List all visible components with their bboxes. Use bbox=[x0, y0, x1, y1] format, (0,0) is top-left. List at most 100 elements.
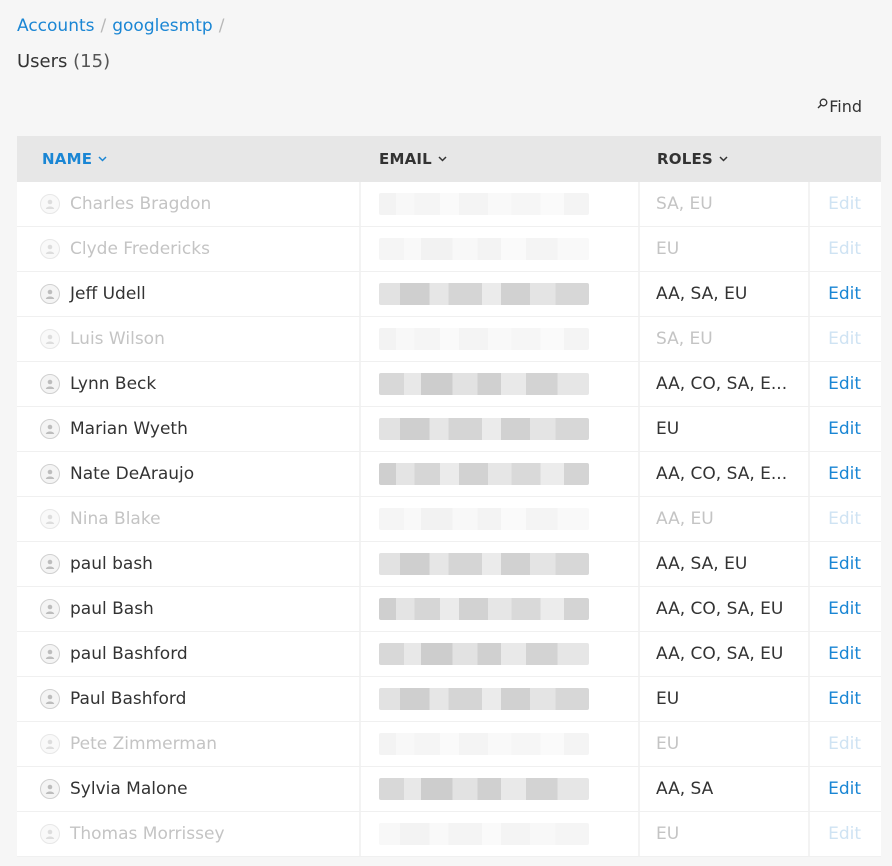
redacted-email bbox=[379, 643, 589, 665]
user-roles: AA, CO, SA, E... bbox=[656, 374, 788, 394]
redacted-email bbox=[379, 463, 589, 485]
user-name: Paul Bashford bbox=[70, 689, 187, 709]
edit-user-link[interactable]: Edit bbox=[810, 317, 881, 361]
table-row: Charles Bragdon SA, EU Edit bbox=[17, 182, 881, 227]
column-header-email-label: EMAIL bbox=[379, 150, 432, 168]
breadcrumb-separator: / bbox=[100, 16, 107, 36]
user-count: (15) bbox=[73, 51, 111, 72]
user-roles-cell: EU bbox=[640, 722, 810, 766]
redacted-email bbox=[379, 238, 589, 260]
user-roles-cell: EU bbox=[640, 677, 810, 721]
table-row: Sylvia Malone AA, SA Edit bbox=[17, 767, 881, 812]
redacted-email bbox=[379, 328, 589, 350]
avatar-icon bbox=[40, 824, 60, 844]
user-name-cell: Thomas Morrissey bbox=[17, 812, 361, 856]
edit-user-link[interactable]: Edit bbox=[810, 767, 881, 811]
edit-user-link[interactable]: Edit bbox=[810, 452, 881, 496]
user-roles: EU bbox=[656, 419, 680, 439]
user-name: Nate DeAraujo bbox=[70, 464, 195, 484]
user-roles-cell: SA, EU bbox=[640, 317, 810, 361]
user-name-cell: Marian Wyeth bbox=[17, 407, 361, 451]
user-roles-cell: SA, EU bbox=[640, 182, 810, 226]
user-email-cell bbox=[361, 677, 640, 721]
user-roles: EU bbox=[656, 689, 680, 709]
edit-user-link[interactable]: Edit bbox=[810, 632, 881, 676]
edit-user-link[interactable]: Edit bbox=[810, 407, 881, 451]
find-button[interactable]: Find bbox=[817, 97, 862, 116]
column-header-roles[interactable]: ROLES bbox=[640, 150, 810, 168]
column-header-name[interactable]: NAME bbox=[17, 150, 361, 168]
user-roles: AA, CO, SA, E... bbox=[656, 464, 788, 484]
user-roles: AA, CO, SA, EU bbox=[656, 644, 784, 664]
user-roles-cell: AA, CO, SA, E... bbox=[640, 452, 810, 496]
find-label: Find bbox=[829, 97, 862, 116]
redacted-email bbox=[379, 193, 589, 215]
search-icon bbox=[817, 98, 828, 112]
table-row: Paul Bashford EU Edit bbox=[17, 677, 881, 722]
user-email-cell bbox=[361, 272, 640, 316]
edit-user-link[interactable]: Edit bbox=[810, 362, 881, 406]
avatar-icon bbox=[40, 554, 60, 574]
user-roles: AA, SA bbox=[656, 779, 714, 799]
avatar-icon bbox=[40, 374, 60, 394]
user-name: Marian Wyeth bbox=[70, 419, 188, 439]
user-email-cell bbox=[361, 542, 640, 586]
user-name: Lynn Beck bbox=[70, 374, 157, 394]
redacted-email bbox=[379, 598, 589, 620]
user-name-cell: Paul Bashford bbox=[17, 677, 361, 721]
user-name-cell: Luis Wilson bbox=[17, 317, 361, 361]
redacted-email bbox=[379, 283, 589, 305]
users-table: NAME EMAIL ROLES Charles Bragdon SA, EU Ed… bbox=[17, 136, 881, 857]
user-name: Pete Zimmerman bbox=[70, 734, 218, 754]
user-roles-cell: AA, CO, SA, EU bbox=[640, 632, 810, 676]
user-email-cell bbox=[361, 497, 640, 541]
user-name: Luis Wilson bbox=[70, 329, 165, 349]
edit-user-link[interactable]: Edit bbox=[810, 182, 881, 226]
edit-user-link[interactable]: Edit bbox=[810, 587, 881, 631]
edit-user-link[interactable]: Edit bbox=[810, 542, 881, 586]
edit-user-link[interactable]: Edit bbox=[810, 677, 881, 721]
page-title: Users (15) bbox=[17, 50, 110, 74]
user-name: Thomas Morrissey bbox=[70, 824, 225, 844]
edit-user-link[interactable]: Edit bbox=[810, 497, 881, 541]
chevron-down-icon bbox=[719, 154, 728, 165]
user-name: paul bash bbox=[70, 554, 153, 574]
user-email-cell bbox=[361, 767, 640, 811]
user-name: Clyde Fredericks bbox=[70, 239, 210, 259]
column-header-roles-label: ROLES bbox=[657, 150, 713, 168]
table-body: Charles Bragdon SA, EU Edit Clyde Frederick… bbox=[17, 182, 881, 857]
edit-user-link[interactable]: Edit bbox=[810, 812, 881, 856]
redacted-email bbox=[379, 823, 589, 845]
user-email-cell bbox=[361, 182, 640, 226]
breadcrumb-account-link[interactable]: googlesmtp bbox=[112, 16, 212, 36]
breadcrumb-accounts-link[interactable]: Accounts bbox=[17, 16, 95, 36]
avatar-icon bbox=[40, 329, 60, 349]
page-title-text: Users bbox=[17, 51, 68, 72]
user-roles-cell: EU bbox=[640, 227, 810, 271]
user-roles: SA, EU bbox=[656, 329, 713, 349]
avatar-icon bbox=[40, 599, 60, 619]
column-header-name-label: NAME bbox=[42, 150, 93, 168]
user-roles: EU bbox=[656, 824, 680, 844]
user-roles-cell: EU bbox=[640, 407, 810, 451]
edit-user-link[interactable]: Edit bbox=[810, 722, 881, 766]
avatar-icon bbox=[40, 239, 60, 259]
user-email-cell bbox=[361, 227, 640, 271]
table-row: Jeff Udell AA, SA, EU Edit bbox=[17, 272, 881, 317]
user-roles: AA, EU bbox=[656, 509, 714, 529]
column-header-email[interactable]: EMAIL bbox=[361, 150, 640, 168]
user-email-cell bbox=[361, 407, 640, 451]
avatar-icon bbox=[40, 464, 60, 484]
edit-user-link[interactable]: Edit bbox=[810, 227, 881, 271]
edit-user-link[interactable]: Edit bbox=[810, 272, 881, 316]
redacted-email bbox=[379, 418, 589, 440]
user-name-cell: paul Bash bbox=[17, 587, 361, 631]
user-name-cell: Sylvia Malone bbox=[17, 767, 361, 811]
user-roles: AA, SA, EU bbox=[656, 284, 748, 304]
avatar-icon bbox=[40, 284, 60, 304]
table-row: Luis Wilson SA, EU Edit bbox=[17, 317, 881, 362]
table-row: Clyde Fredericks EU Edit bbox=[17, 227, 881, 272]
avatar-icon bbox=[40, 689, 60, 709]
avatar-icon bbox=[40, 644, 60, 664]
table-row: paul bash AA, SA, EU Edit bbox=[17, 542, 881, 587]
